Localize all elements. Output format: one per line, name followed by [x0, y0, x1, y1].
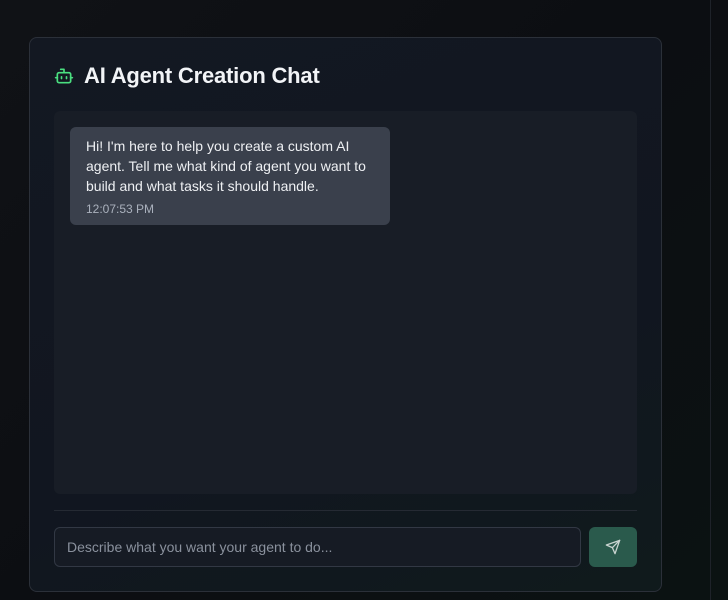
page-title: AI Agent Creation Chat: [84, 63, 320, 88]
chat-card: AI Agent Creation Chat Hi! I'm here to h…: [29, 37, 662, 592]
message-timestamp: 12:07:53 PM: [86, 202, 155, 216]
send-icon: [605, 539, 621, 555]
assistant-message: Hi! I'm here to help you create a custom…: [70, 127, 390, 225]
message-input[interactable]: [54, 527, 581, 567]
message-text: Hi! I'm here to help you create a custom…: [86, 138, 366, 194]
divider: [54, 510, 637, 511]
send-button[interactable]: [589, 527, 637, 567]
scrollbar-divider: [710, 0, 711, 600]
bot-icon: [54, 66, 74, 86]
message-list[interactable]: Hi! I'm here to help you create a custom…: [54, 111, 637, 494]
page: AI Agent Creation Chat Hi! I'm here to h…: [0, 0, 728, 600]
card-header: AI Agent Creation Chat: [54, 62, 320, 90]
